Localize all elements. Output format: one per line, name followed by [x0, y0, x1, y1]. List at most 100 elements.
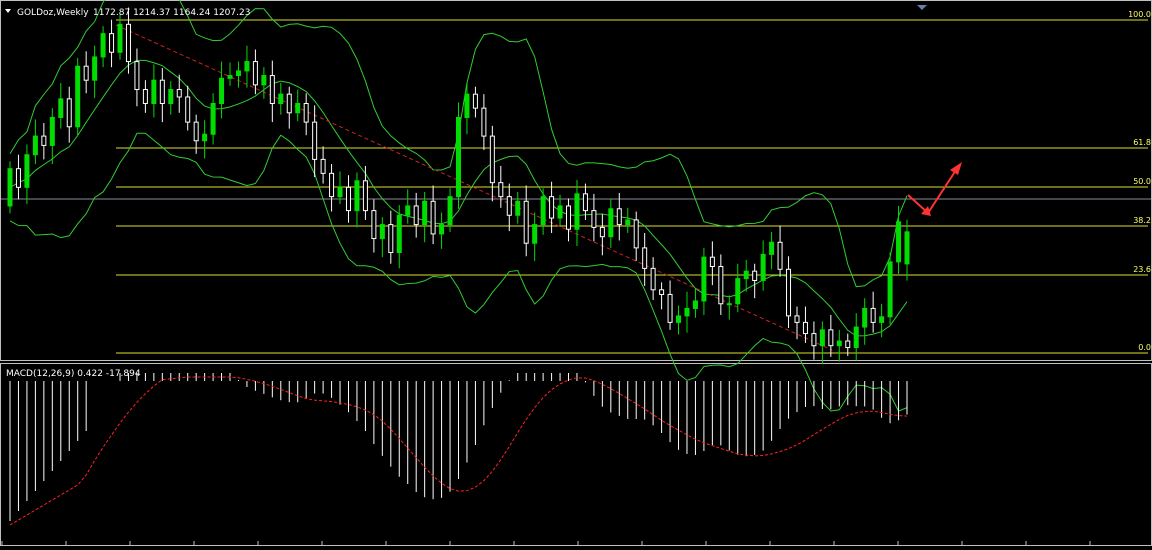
candle-body — [566, 205, 572, 230]
candle-body — [49, 116, 55, 146]
candle-body — [667, 293, 673, 323]
candle-body — [371, 210, 377, 240]
candle-body — [388, 224, 394, 254]
fib-level-label: 50.0 — [1133, 177, 1151, 186]
symbol-label: GOLDoz,Weekly — [17, 8, 89, 18]
candle-body — [176, 89, 182, 98]
candle-body — [498, 182, 504, 198]
candle-body — [532, 224, 538, 244]
candle-body — [870, 307, 876, 323]
candle-body — [134, 61, 140, 91]
candle-body — [227, 75, 233, 79]
candle-body — [92, 56, 98, 81]
candle-body — [422, 200, 428, 226]
candle-body — [701, 256, 707, 302]
candle-body — [159, 79, 165, 104]
candle-body — [456, 116, 461, 198]
candle-body — [828, 329, 834, 347]
candle-body — [32, 135, 38, 156]
candle-body — [769, 241, 775, 255]
candle-body — [345, 186, 351, 212]
fib-level-label: 23.6 — [1133, 265, 1151, 274]
candle-body — [278, 93, 284, 104]
candle-body — [354, 180, 360, 212]
candle-body — [599, 226, 605, 238]
candle-body — [811, 333, 817, 347]
candle-body — [684, 307, 690, 317]
candle-body — [549, 196, 555, 219]
candle-body — [219, 77, 225, 104]
candle-body — [329, 172, 335, 198]
candle-body — [142, 89, 148, 104]
candle-body — [574, 193, 580, 230]
fib-level-label: 38.2 — [1133, 216, 1151, 225]
candle-body — [125, 23, 131, 63]
candle-body — [66, 98, 72, 128]
candle-body — [709, 256, 715, 268]
candle-body — [430, 200, 436, 235]
candle-body — [193, 121, 199, 142]
candle-body — [752, 270, 758, 281]
candle-body — [718, 266, 724, 305]
candle-body — [15, 168, 21, 188]
candle-body — [337, 186, 343, 198]
price-panel[interactable] — [0, 0, 1152, 361]
candle-body — [633, 219, 639, 249]
candle-body — [83, 65, 89, 81]
candle-body — [879, 316, 885, 323]
candle-body — [413, 205, 419, 226]
candle-body — [261, 75, 267, 86]
macd-label: MACD(12,26,9) 0.422 -17.894 — [6, 369, 141, 379]
candle-body — [41, 135, 47, 146]
candle-body — [743, 270, 749, 280]
candle-body — [515, 200, 521, 216]
candle-body — [862, 307, 868, 328]
candle-body — [904, 231, 910, 265]
candle-body — [506, 196, 512, 216]
candle-body — [692, 300, 698, 309]
candle-body — [650, 267, 656, 291]
candle-body — [836, 340, 842, 347]
candle-body — [244, 61, 250, 72]
candle-body — [896, 221, 902, 263]
candle-body — [582, 193, 588, 212]
candle-body — [464, 93, 470, 118]
candle-body — [405, 205, 411, 216]
candle-body — [819, 329, 825, 347]
candle-body — [608, 208, 614, 238]
candle-body — [168, 89, 174, 104]
candle-body — [845, 340, 851, 349]
ohlc-readout: 1172.87 1214.37 1164.24 1207.23 — [93, 8, 250, 18]
candle-body — [109, 33, 115, 53]
candle-body — [625, 219, 631, 226]
candle-body — [786, 268, 792, 317]
trading-chart[interactable]: 100.0 61.8 50.0 38.2 23.6 0.0 GOLDoz,Weekly 1… — [0, 0, 1152, 546]
candle-body — [75, 65, 81, 128]
candle-body — [24, 154, 30, 188]
candle-body — [557, 205, 563, 219]
candle-body — [379, 224, 385, 240]
candle-body — [303, 102, 309, 123]
candle-body — [616, 208, 622, 226]
candle-body — [726, 303, 732, 306]
candle-body — [659, 289, 665, 295]
candle-body — [362, 180, 368, 212]
candle-body — [58, 98, 64, 118]
candle-body — [777, 241, 783, 270]
candle-body — [185, 96, 191, 123]
candle-body — [286, 93, 292, 114]
candle-body — [887, 261, 893, 318]
candle-body — [676, 315, 682, 323]
candle-body — [117, 23, 123, 53]
candle-body — [7, 168, 13, 207]
candle-body — [235, 70, 241, 77]
candle-body — [523, 200, 529, 244]
candle-body — [472, 93, 478, 109]
candle-body — [642, 247, 648, 269]
candle-body — [295, 102, 301, 114]
candle-body — [853, 326, 859, 349]
candle-body — [481, 107, 487, 137]
candle-body — [202, 133, 208, 142]
candle-body — [760, 253, 766, 281]
macd-panel[interactable] — [0, 363, 1152, 546]
